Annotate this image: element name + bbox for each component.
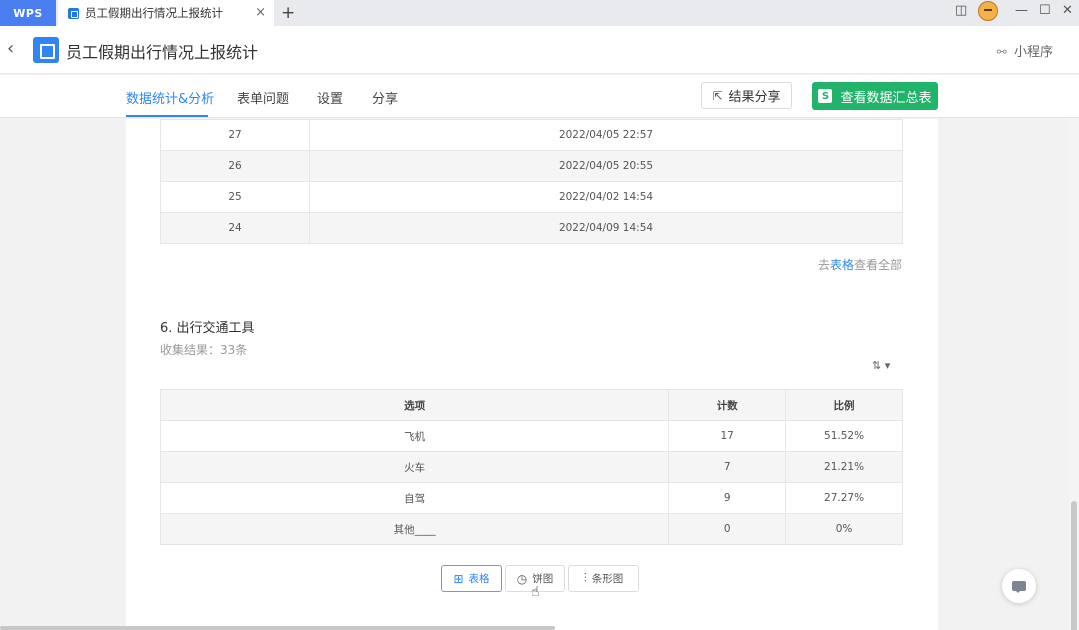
option-cell: 火车: [159, 451, 670, 483]
share-icon: ⇱: [712, 88, 723, 103]
tab-form-questions[interactable]: 表单问题: [237, 88, 289, 107]
maximize-icon[interactable]: ☐: [1039, 3, 1051, 18]
table-row: 27 2022/04/05 22:57: [160, 119, 903, 151]
ratio-cell: 0%: [785, 513, 903, 545]
table-row: 自驾 9 27.27%: [159, 482, 903, 514]
option-cell: 其他____: [159, 513, 670, 545]
title-bar: WPS 员工假期出行情况上报统计 × + ◫ — ☐ ✕: [0, 0, 1079, 26]
horizontal-scrollbar[interactable]: [0, 626, 555, 630]
submissions-table: 27 2022/04/05 22:57 26 2022/04/05 20:55 …: [160, 119, 903, 244]
transport-results-table: 选项 计数 比例 飞机 17 51.52% 火车 7 21.21% 自驾 9 2…: [159, 389, 903, 545]
row-time: 2022/04/09 14:54: [309, 212, 903, 244]
ratio-cell: 27.27%: [785, 482, 903, 514]
bar-chart-button[interactable]: ⫶ 条形图: [568, 565, 639, 592]
document-tab[interactable]: 员工假期出行情况上报统计 ×: [58, 0, 274, 26]
chat-support-button[interactable]: [1002, 569, 1036, 603]
mini-program-label: 小程序: [1013, 45, 1053, 60]
collected-count: 收集结果：33条: [160, 343, 248, 357]
goto-prefix: 去: [818, 258, 831, 272]
form-app-icon: [33, 37, 59, 63]
option-cell: 自驾: [159, 482, 670, 514]
spreadsheet-icon: S: [818, 89, 833, 103]
tab-share[interactable]: 分享: [372, 88, 398, 107]
row-time: 2022/04/02 14:54: [309, 181, 903, 213]
row-id: 26: [160, 150, 310, 182]
view-summary-label: 查看数据汇总表: [840, 90, 932, 106]
ratio-cell: 21.21%: [785, 451, 903, 483]
back-icon[interactable]: ‹: [7, 38, 14, 59]
bar-chart-label: 条形图: [591, 573, 624, 585]
tab-data-stats[interactable]: 数据统计&分析: [126, 88, 214, 107]
close-tab-icon[interactable]: ×: [255, 5, 266, 20]
row-id: 27: [160, 119, 310, 151]
close-window-icon[interactable]: ✕: [1062, 3, 1073, 18]
table-view-label: 表格: [468, 573, 490, 585]
count-cell: 9: [668, 482, 787, 514]
mini-program-link[interactable]: ⚯ 小程序: [997, 41, 1053, 60]
form-icon: [68, 7, 79, 19]
column-header-option: 选项: [159, 389, 670, 421]
goto-table-hint: 去表格查看全部: [818, 256, 902, 273]
goto-suffix: 查看全部: [854, 258, 903, 272]
question-title: 6. 出行交通工具: [160, 321, 255, 336]
count-cell: 0: [668, 513, 787, 545]
option-cell: 飞机: [159, 420, 670, 452]
row-time: 2022/04/05 20:55: [309, 150, 903, 182]
chat-icon: [1012, 581, 1026, 593]
pie-chart-icon: ◷: [516, 571, 528, 586]
document-tab-title: 员工假期出行情况上报统计: [85, 6, 223, 20]
new-tab-button[interactable]: +: [281, 3, 295, 23]
link-icon: ⚯: [996, 45, 1007, 59]
table-row: 25 2022/04/02 14:54: [160, 181, 903, 213]
table-row: 其他____ 0 0%: [159, 513, 903, 545]
wps-home-tab[interactable]: WPS: [0, 0, 56, 26]
bar-chart-icon: ⫶: [583, 571, 587, 585]
main-nav: 数据统计&分析 表单问题 设置 分享 ⇱ 结果分享 S 查看数据汇总表: [0, 75, 1079, 118]
column-header-ratio: 比例: [785, 389, 903, 421]
table-view-button[interactable]: ⊞ 表格: [441, 565, 502, 592]
table-row: 24 2022/04/09 14:54: [160, 212, 903, 244]
hand-cursor-icon: ☝: [531, 584, 540, 600]
tab-settings[interactable]: 设置: [317, 88, 343, 107]
sort-icon[interactable]: ⇅ ▾: [872, 359, 890, 372]
table-row: 飞机 17 51.52%: [159, 420, 903, 452]
user-avatar[interactable]: [978, 1, 998, 21]
count-cell: 7: [668, 451, 787, 483]
scrollbar-thumb[interactable]: [1071, 501, 1077, 630]
share-results-label: 结果分享: [728, 90, 781, 105]
table-row: 26 2022/04/05 20:55: [160, 150, 903, 182]
table-grid-icon: ⊞: [453, 571, 464, 586]
share-results-button[interactable]: ⇱ 结果分享: [701, 82, 792, 109]
count-cell: 17: [668, 420, 787, 452]
row-time: 2022/04/05 22:57: [309, 119, 903, 151]
row-id: 25: [160, 181, 310, 213]
table-row: 火车 7 21.21%: [159, 451, 903, 483]
sidebar-toggle-icon[interactable]: ◫: [955, 3, 967, 18]
row-id: 24: [160, 212, 310, 244]
column-header-count: 计数: [668, 389, 787, 421]
page-title: 员工假期出行情况上报统计: [66, 43, 259, 62]
view-summary-button[interactable]: S 查看数据汇总表: [812, 82, 938, 110]
active-tab-indicator: [126, 115, 208, 117]
ratio-cell: 51.52%: [785, 420, 903, 452]
page-header: ‹ 员工假期出行情况上报统计 ⚯ 小程序: [0, 26, 1079, 74]
vertical-scrollbar[interactable]: [1069, 119, 1079, 630]
goto-table-link[interactable]: 表格: [830, 258, 854, 272]
table-header-row: 选项 计数 比例: [159, 389, 903, 421]
minimize-icon[interactable]: —: [1015, 3, 1028, 18]
